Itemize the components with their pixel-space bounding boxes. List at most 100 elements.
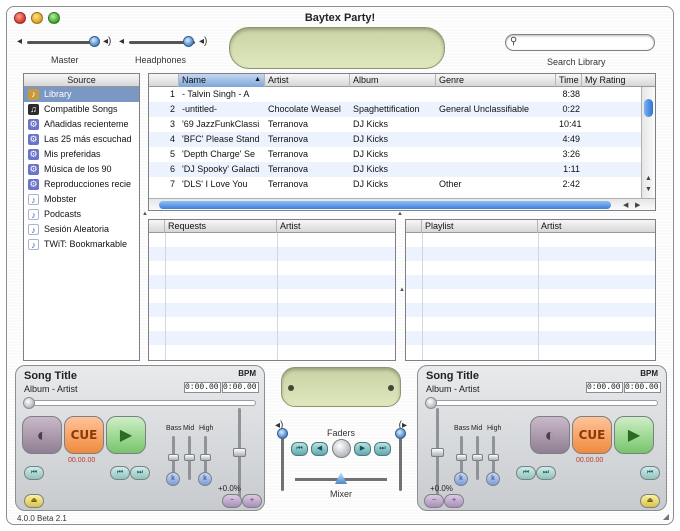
eq-mid-knob[interactable]: [184, 454, 195, 461]
source-item-smart-playlist[interactable]: ⚙ Añadidas recienteme: [24, 117, 139, 132]
splitter-handle-icon[interactable]: ▲: [142, 211, 148, 217]
resize-grip-icon[interactable]: ◢: [663, 512, 669, 521]
eject-button[interactable]: ⏏: [640, 494, 660, 508]
eq-kill-button[interactable]: k: [166, 472, 180, 486]
cue-button[interactable]: CUE: [572, 416, 612, 454]
column-time[interactable]: Time: [556, 74, 582, 87]
scroll-left-icon[interactable]: ◀: [623, 201, 628, 209]
eq-mid-knob[interactable]: [472, 454, 483, 461]
source-item-playlist[interactable]: ♪ TWiT: Bookmarkable: [24, 237, 139, 252]
pitch-up-button[interactable]: +: [242, 494, 262, 508]
table-row[interactable]: [406, 345, 655, 359]
library-vertical-scroll-thumb[interactable]: [644, 99, 653, 117]
column-artist[interactable]: Artist: [538, 220, 655, 233]
eject-button[interactable]: ⏏: [24, 494, 44, 508]
table-row[interactable]: [149, 303, 395, 317]
play-button[interactable]: ▶: [614, 416, 654, 454]
table-row[interactable]: [149, 331, 395, 345]
column-genre[interactable]: Genre: [436, 74, 556, 87]
splitter-handle-icon[interactable]: ▲: [397, 211, 403, 217]
table-row[interactable]: [406, 247, 655, 261]
search-field[interactable]: ⚲: [505, 34, 655, 51]
table-row[interactable]: 6 'DJ Spooky' Galacti Terranova DJ Kicks…: [149, 162, 641, 177]
table-row[interactable]: 5 'Depth Charge' Se Terranova DJ Kicks 3…: [149, 147, 641, 162]
table-row[interactable]: [406, 331, 655, 345]
next-track-button[interactable]: ⏭: [130, 466, 150, 480]
scroll-right-icon[interactable]: ▶: [635, 201, 640, 209]
table-row[interactable]: [406, 303, 655, 317]
headphones-cue-button[interactable]: ◐: [22, 416, 62, 454]
crossfader[interactable]: [295, 472, 387, 484]
table-row[interactable]: 7 'DLS' I Love You Terranova DJ Kicks Ot…: [149, 177, 641, 192]
skip-back-button[interactable]: ⏮: [24, 466, 44, 480]
column-playlist[interactable]: Playlist: [422, 220, 538, 233]
fade-center-button[interactable]: [332, 439, 351, 458]
eq-kill-button[interactable]: k: [486, 472, 500, 486]
column-my-rating[interactable]: My Rating: [582, 74, 655, 87]
scroll-down-icon[interactable]: ▼: [645, 186, 652, 193]
crossfader-knob[interactable]: [335, 472, 347, 484]
bpm-label[interactable]: BPM: [640, 369, 658, 378]
position-slider-knob[interactable]: [425, 397, 437, 409]
table-row[interactable]: [149, 317, 395, 331]
headphones-volume-knob[interactable]: [183, 36, 194, 47]
skip-back-button[interactable]: ⏮: [640, 466, 660, 480]
source-item-compatible-songs[interactable]: ♫ Compatible Songs: [24, 102, 139, 117]
position-slider[interactable]: [425, 397, 658, 409]
column-blank[interactable]: [149, 220, 165, 233]
table-row[interactable]: [406, 317, 655, 331]
previous-track-button[interactable]: ⏮: [516, 466, 536, 480]
column-blank[interactable]: [406, 220, 422, 233]
right-channel-volume[interactable]: [395, 428, 406, 491]
library-horizontal-scroll-thumb[interactable]: [159, 201, 611, 209]
eq-mid-slider[interactable]: [472, 436, 483, 480]
column-artist[interactable]: Artist: [265, 74, 350, 87]
fade-left-button[interactable]: ◀: [311, 442, 328, 456]
table-row[interactable]: [406, 275, 655, 289]
column-number[interactable]: [149, 74, 179, 87]
eq-high-knob[interactable]: [200, 454, 211, 461]
column-name[interactable]: Name ▲: [179, 74, 265, 87]
table-row[interactable]: [149, 233, 395, 247]
next-track-button[interactable]: ⏭: [536, 466, 556, 480]
table-row[interactable]: [149, 261, 395, 275]
table-row[interactable]: 3 '69 JazzFunkClassi Terranova DJ Kicks …: [149, 117, 641, 132]
previous-track-button[interactable]: ⏮: [110, 466, 130, 480]
source-item-playlist[interactable]: ♪ Podcasts: [24, 207, 139, 222]
play-button[interactable]: ▶: [106, 416, 146, 454]
pitch-down-button[interactable]: −: [222, 494, 242, 508]
scroll-up-icon[interactable]: ▲: [645, 175, 652, 182]
eq-bass-knob[interactable]: [456, 454, 467, 461]
source-item-playlist[interactable]: ♪ Mobster: [24, 192, 139, 207]
source-item-smart-playlist[interactable]: ⚙ Las 25 más escuchad: [24, 132, 139, 147]
eq-bass-knob[interactable]: [168, 454, 179, 461]
pitch-up-button[interactable]: +: [444, 494, 464, 508]
position-slider[interactable]: [23, 397, 256, 409]
table-row[interactable]: [149, 275, 395, 289]
left-channel-volume[interactable]: [277, 428, 288, 491]
eq-high-knob[interactable]: [488, 454, 499, 461]
master-volume-knob[interactable]: [89, 36, 100, 47]
table-row[interactable]: 2 -untitled- Chocolate Weasel Spaghettif…: [149, 102, 641, 117]
table-row[interactable]: [149, 345, 395, 359]
cue-button[interactable]: CUE: [64, 416, 104, 454]
library-horizontal-scrollbar[interactable]: ◀ ▶: [149, 198, 655, 210]
headphones-volume[interactable]: ◂ ◂): [119, 34, 219, 50]
source-item-playlist[interactable]: ♪ Sesión Aleatoria: [24, 222, 139, 237]
table-row[interactable]: [406, 261, 655, 275]
eq-mid-slider[interactable]: [184, 436, 195, 480]
headphones-cue-button[interactable]: ◐: [530, 416, 570, 454]
search-input[interactable]: [522, 36, 650, 49]
table-row[interactable]: [406, 289, 655, 303]
eq-kill-button[interactable]: k: [198, 472, 212, 486]
library-vertical-scrollbar[interactable]: ▲ ▼: [641, 87, 655, 199]
column-artist[interactable]: Artist: [277, 220, 395, 233]
source-item-smart-playlist[interactable]: ⚙ Música de los 90: [24, 162, 139, 177]
column-album[interactable]: Album: [350, 74, 436, 87]
table-row[interactable]: [149, 247, 395, 261]
pitch-down-button[interactable]: −: [424, 494, 444, 508]
master-volume[interactable]: ◂ ◂): [17, 34, 117, 50]
table-row[interactable]: [149, 289, 395, 303]
position-slider-knob[interactable]: [23, 397, 35, 409]
fade-left-fast-button[interactable]: ⏮: [291, 442, 308, 456]
